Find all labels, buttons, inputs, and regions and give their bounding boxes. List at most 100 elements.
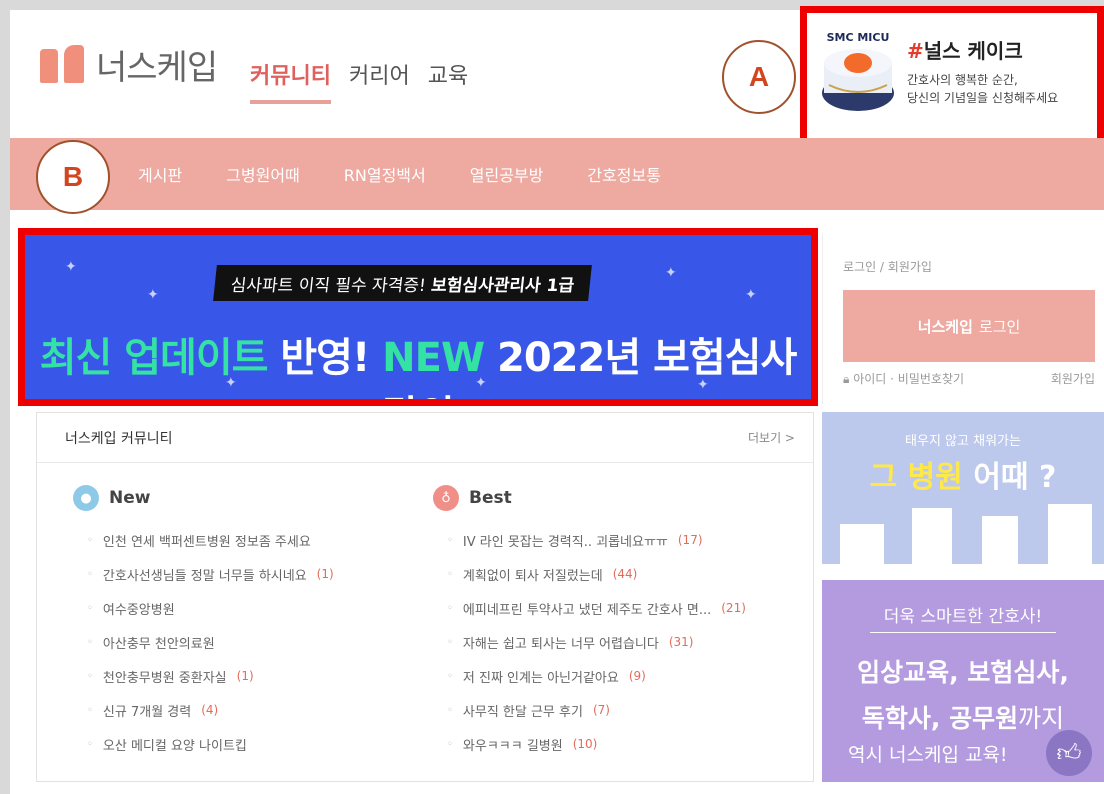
post-title: 신규 7개월 경력 — [102, 704, 192, 720]
headline-green: 최신 업데이트 — [39, 335, 269, 381]
community-title: 너스케입 커뮤니티 — [65, 430, 173, 447]
login-button[interactable]: 너스케입 로그인 — [843, 290, 1095, 362]
best-column: ♁ Best IV 라인 못잡는 경력직.. 괴롭네요ㅠㅠ (17) 계획없이 퇴사 … — [433, 485, 746, 761]
list-item[interactable]: 간호사선생님들 정말 너무들 하시네요 (1) — [73, 557, 334, 591]
post-title: 간호사선생님들 정말 너무들 하시네요 — [102, 568, 307, 584]
comment-count: (44) — [612, 567, 638, 581]
sub-nav: 게시판 그병원어때 RN열정백서 열린공부방 간호정보통 — [10, 138, 1104, 210]
list-item[interactable]: 오산 메디컬 요양 나이트킵 — [73, 727, 334, 761]
banner-headline: 최신 업데이트 반영! NEW 2022년 보험심사 강의 — [25, 325, 811, 399]
promo2-divider — [870, 632, 1056, 633]
banner-tag: 심사파트 이직 필수 자격증! 보험심사관리사 1급 — [213, 265, 593, 301]
nav-education[interactable]: 교육 — [428, 58, 468, 104]
nav-career[interactable]: 커리어 — [349, 58, 410, 104]
svg-text:SMC MICU: SMC MICU — [827, 31, 890, 44]
list-item[interactable]: 저 진짜 인계는 아닌거같아요 (9) — [433, 659, 746, 693]
post-title: IV 라인 못잡는 경력직.. 괴롭네요ㅠㅠ — [462, 534, 668, 550]
comment-count: (4) — [201, 703, 219, 717]
education-promo[interactable]: 더욱 스마트한 간호사! 임상교육, 보험심사, 독학사, 공무원까지 역시 너… — [822, 580, 1104, 782]
banner-tag-prefix: 심사파트 이직 필수 자격증! — [229, 275, 427, 296]
new-title: New — [109, 488, 151, 508]
list-item[interactable]: 여수중앙병원 — [73, 591, 334, 625]
list-item[interactable]: 천안충무병원 중환자실 (1) — [73, 659, 334, 693]
best-title: Best — [469, 488, 512, 508]
promo2-top: 더욱 스마트한 간호사! — [883, 607, 1043, 627]
list-item[interactable]: 와우ㅋㅋㅋ 길병원 (10) — [433, 727, 746, 761]
new-badge-icon: ● — [73, 485, 99, 511]
cake-icon: SMC MICU — [822, 31, 894, 111]
post-title: 여수중앙병원 — [102, 602, 175, 618]
post-title: 오산 메디컬 요양 나이트킵 — [102, 738, 247, 754]
subnav-study-room[interactable]: 열린공부방 — [470, 162, 544, 186]
medal-icon: ♁ — [433, 485, 459, 511]
post-title: 와우ㅋㅋㅋ 길병원 — [462, 738, 563, 754]
building-icon — [840, 524, 884, 564]
nurse-cake-promo[interactable]: SMC MICU #널스 케이크 간호사의 행복한 순간, 당신의 기념일을 신… — [800, 6, 1104, 148]
post-title: 인천 연세 백퍼센트병원 정보좀 주세요 — [102, 534, 311, 550]
logo-mark-icon — [38, 44, 88, 85]
comment-count: (7) — [592, 703, 610, 717]
nav-community[interactable]: 커뮤니티 — [250, 58, 331, 104]
comment-count: (10) — [572, 737, 598, 751]
list-item[interactable]: IV 라인 못잡는 경력직.. 괴롭네요ㅠㅠ (17) — [433, 523, 746, 557]
promo-desc-line2: 당신의 기념일을 신청해주세요 — [907, 91, 1059, 105]
post-title: 에피네프린 투약사고 냈던 제주도 간호사 면... — [462, 602, 712, 618]
hospital-review-promo[interactable]: 태우지 않고 채워가는 그 병원 어때 ? — [822, 412, 1104, 564]
login-button-brand: 너스케입 — [917, 317, 973, 336]
post-title: 천안충무병원 중환자실 — [102, 670, 227, 686]
list-item[interactable]: 아산충무 천안의료원 — [73, 625, 334, 659]
comment-count: (9) — [628, 669, 646, 683]
lock-icon: 🔒︎ — [843, 372, 850, 386]
login-button-action: 로그인 — [978, 317, 1021, 336]
list-item[interactable]: 계획없이 퇴사 저질렀는데 (44) — [433, 557, 746, 591]
find-id-password-link[interactable]: 🔒︎ 아이디 · 비밀번호찾기 — [843, 370, 964, 387]
subnav-hospital-review[interactable]: 그병원어때 — [226, 162, 300, 186]
post-title: 자해는 쉽고 퇴사는 너무 어렵습니다 — [462, 636, 659, 652]
main-nav: 커뮤니티 커리어 교육 — [250, 58, 468, 104]
insurance-course-banner[interactable]: ✦ ✦ ✦ ✦ ✦ ✦ ✦ 심사파트 이직 필수 자격증! 보험심사관리사 1급… — [18, 228, 818, 406]
list-item[interactable]: 인천 연세 백퍼센트병원 정보좀 주세요 — [73, 523, 334, 557]
post-title: 사무직 한달 근무 후기 — [462, 704, 583, 720]
signup-link[interactable]: 회원가입 — [1051, 370, 1095, 387]
list-item[interactable]: 에피네프린 투약사고 냈던 제주도 간호사 면... (21) — [433, 591, 746, 625]
hash-mark: # — [907, 39, 924, 63]
headline-mid: 반영! — [280, 335, 370, 381]
promo-description: 간호사의 행복한 순간, 당신의 기념일을 신청해주세요 — [907, 71, 1058, 107]
promo2-big: 임상교육, 보험심사, 독학사, 공무원까지 — [857, 658, 1069, 733]
building-icon — [982, 516, 1018, 564]
new-column: ● New 인천 연세 백퍼센트병원 정보좀 주세요간호사선생님들 정말 너무들 … — [73, 485, 334, 761]
annotation-a: A — [722, 40, 796, 114]
promo-desc-line1: 간호사의 행복한 순간, — [907, 73, 1018, 87]
sparkle-icon: ✦ — [65, 259, 77, 275]
more-link[interactable]: 더보기 > — [748, 429, 795, 446]
sparkle-icon: ✦ — [745, 287, 757, 303]
login-label: 로그인 / 회원가입 — [843, 260, 932, 274]
login-box: 로그인 / 회원가입 너스케입 로그인 🔒︎ 아이디 · 비밀번호찾기 회원가입 — [822, 234, 1104, 404]
list-item[interactable]: 신규 7개월 경력 (4) — [73, 693, 334, 727]
subnav-rn-passion[interactable]: RN열정백서 — [344, 162, 426, 186]
post-title: 계획없이 퇴사 저질렀는데 — [462, 568, 603, 584]
promo1-line2: 그 병원 어때 ? — [869, 460, 1057, 495]
post-title: 아산충무 천안의료원 — [102, 636, 215, 652]
sparkle-icon: ✦ — [665, 265, 677, 281]
post-title: 저 진짜 인계는 아닌거같아요 — [462, 670, 619, 686]
subnav-board[interactable]: 게시판 — [138, 162, 182, 186]
banner-tag-bold: 보험심사관리사 1급 — [430, 275, 576, 296]
building-icon — [1048, 504, 1092, 564]
site-logo[interactable]: 너스케입 — [38, 40, 218, 89]
comment-count: (1) — [236, 669, 254, 683]
comment-count: (1) — [316, 567, 334, 581]
community-panel: 너스케입 커뮤니티 더보기 > ● New 인천 연세 백퍼센트병원 정보좀 주세… — [36, 412, 814, 782]
sparkle-icon: ✦ — [147, 287, 159, 303]
subnav-nurse-info[interactable]: 간호정보통 — [587, 162, 661, 186]
headline-new: NEW — [382, 335, 485, 381]
logo-text: 너스케입 — [96, 48, 218, 88]
list-item[interactable]: 사무직 한달 근무 후기 (7) — [433, 693, 746, 727]
promo-title-text: 널스 케이크 — [923, 39, 1023, 63]
promo1-line1: 태우지 않고 채워가는 — [905, 434, 1021, 449]
annotation-b: B — [36, 140, 110, 214]
comment-count: (17) — [677, 533, 703, 547]
list-item[interactable]: 자해는 쉽고 퇴사는 너무 어렵습니다 (31) — [433, 625, 746, 659]
comment-count: (31) — [668, 635, 694, 649]
promo2-bottom: 역시 너스케입 교육! — [848, 744, 1008, 766]
